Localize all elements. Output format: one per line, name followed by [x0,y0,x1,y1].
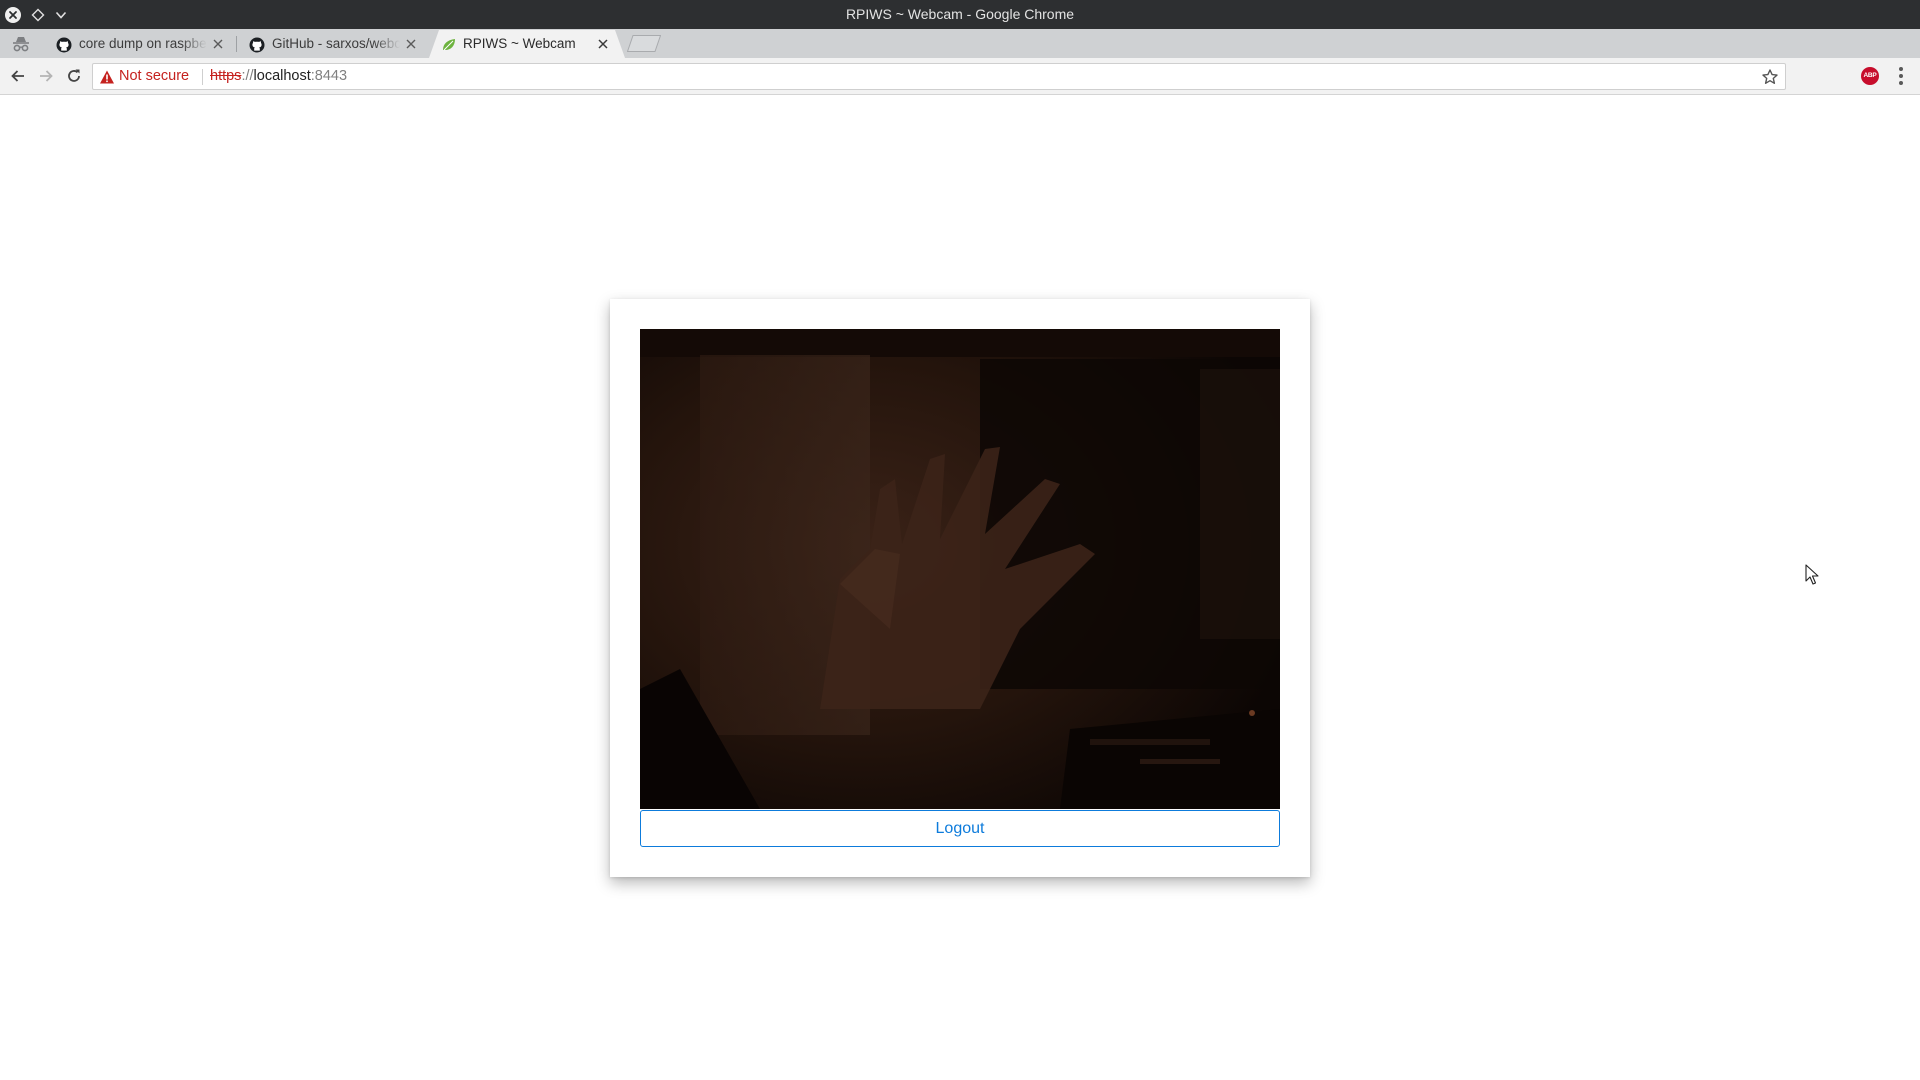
tab-title: core dump on raspberry [79,36,207,51]
not-secure-label[interactable]: Not secure [119,64,189,89]
reload-icon[interactable] [64,66,84,86]
url-port: :8443 [310,68,348,84]
close-tab-icon[interactable] [595,36,611,52]
github-icon [249,37,265,53]
url-separator: :// [241,68,254,84]
tab-rpiws-webcam[interactable]: RPIWS ~ Webcam [429,30,625,58]
chrome-menu-icon[interactable] [1894,67,1908,85]
url-text[interactable]: https://localhost:8443 [210,64,347,89]
tab-core-dump[interactable]: core dump on raspberry [43,30,236,58]
adblock-icon[interactable]: ABP [1861,67,1879,85]
logout-button[interactable]: Logout [640,810,1280,847]
window-title: RPIWS ~ Webcam - Google Chrome [845,6,1075,22]
webcam-card: Logout [610,299,1310,877]
tab-title: GitHub - sarxos/webcam [272,36,400,51]
forward-icon[interactable] [36,66,56,86]
close-tab-icon[interactable] [403,36,419,52]
tab-title: RPIWS ~ Webcam [463,36,576,51]
incognito-icon [10,34,32,54]
webcam-frame-image [640,329,1280,809]
webcam-stream [640,329,1280,809]
spring-leaf-icon [441,37,457,53]
page-content: Logout [0,96,1920,1080]
bookmark-star-icon[interactable] [1761,68,1779,86]
tab-strip: core dump on raspberry GitHub - sarxos/w… [0,29,1920,58]
tab-github-sarxos[interactable]: GitHub - sarxos/webcam [236,30,429,58]
close-tab-icon[interactable] [210,36,226,52]
warning-icon[interactable] [99,69,115,85]
new-tab-button[interactable] [627,35,661,52]
github-icon [56,37,72,53]
browser-toolbar: Not secure https://localhost:8443 ABP [0,58,1920,95]
window-titlebar: RPIWS ~ Webcam - Google Chrome [0,0,1920,29]
back-icon[interactable] [8,66,28,86]
address-separator [202,69,203,85]
url-scheme: https [210,68,242,84]
mouse-cursor-icon [1805,564,1819,585]
url-host: localhost [253,68,311,84]
address-bar[interactable]: Not secure https://localhost:8443 [92,63,1786,90]
